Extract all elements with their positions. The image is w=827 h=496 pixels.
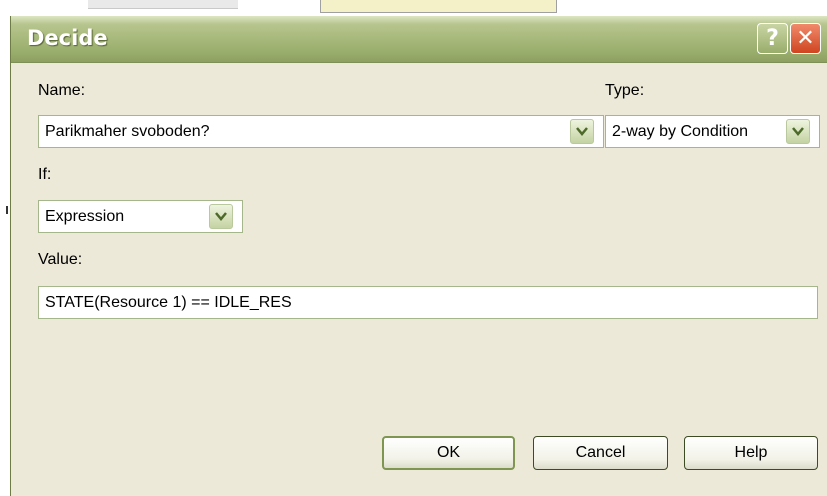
dialog-title: Decide (27, 26, 108, 50)
chevron-down-icon (792, 127, 804, 136)
name-dropdown-button[interactable] (570, 119, 594, 144)
cancel-button[interactable]: Cancel (533, 436, 668, 470)
chevron-down-icon (215, 212, 227, 221)
if-label: If: (38, 166, 52, 183)
name-combo[interactable]: Parikmaher svoboden? (38, 115, 604, 148)
close-x-icon: ✕ (796, 26, 815, 51)
title-bar[interactable]: Decide ? ✕ (11, 16, 827, 63)
background-shape-fragment (320, 0, 557, 13)
ok-button[interactable]: OK (382, 436, 515, 470)
value-input[interactable]: STATE(Resource 1) == IDLE_RES (38, 286, 818, 319)
help-question-icon: ? (766, 26, 779, 51)
value-label: Value: (38, 251, 83, 268)
type-combo[interactable]: 2-way by Condition (605, 115, 820, 148)
name-label: Name: (38, 82, 86, 99)
background-toolbar-fragment (88, 0, 238, 9)
name-value: Parikmaher svoboden? (45, 123, 210, 140)
help-button[interactable]: Help (684, 436, 818, 470)
close-button[interactable]: ✕ (790, 23, 821, 54)
chevron-down-icon (576, 127, 588, 136)
type-label: Type: (605, 82, 645, 99)
type-value: 2-way by Condition (612, 123, 749, 140)
if-combo[interactable]: Expression (38, 200, 243, 233)
value-text: STATE(Resource 1) == IDLE_RES (45, 294, 292, 311)
help-question-button[interactable]: ? (757, 23, 788, 54)
if-value: Expression (45, 208, 125, 225)
decide-dialog: Decide ? ✕ Name: Parikmaher svoboden? Ty… (10, 16, 827, 496)
type-dropdown-button[interactable] (786, 119, 810, 144)
background-mark (6, 206, 8, 214)
if-dropdown-button[interactable] (209, 204, 233, 229)
